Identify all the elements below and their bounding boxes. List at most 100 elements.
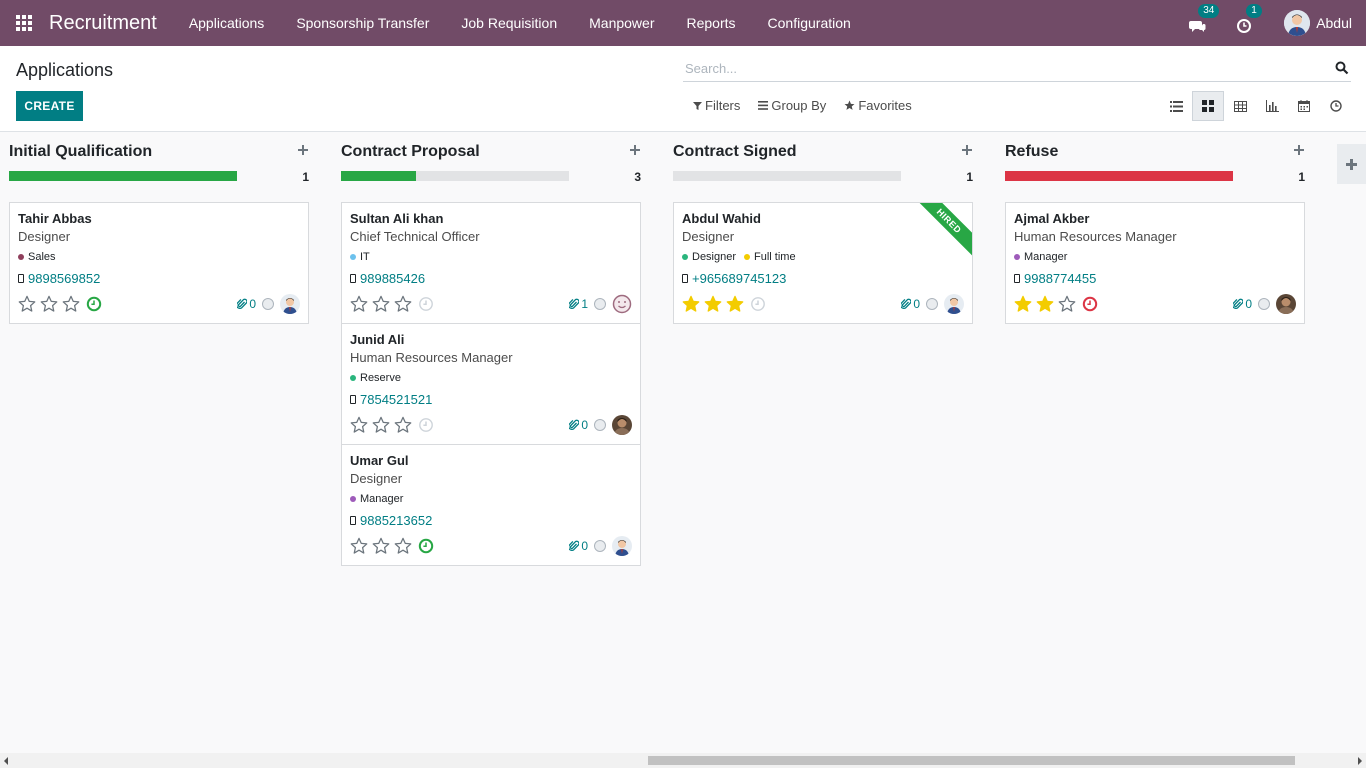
assignee-avatar[interactable] bbox=[1276, 294, 1296, 314]
star-empty-icon[interactable] bbox=[62, 295, 80, 313]
star-empty-icon[interactable] bbox=[350, 537, 368, 555]
column-progress-bar[interactable] bbox=[1005, 171, 1233, 181]
star-empty-icon[interactable] bbox=[394, 295, 412, 313]
star-empty-icon[interactable] bbox=[372, 416, 390, 434]
attachments[interactable]: 0 bbox=[237, 297, 256, 311]
menu-applications[interactable]: Applications bbox=[173, 0, 281, 46]
star-empty-icon[interactable] bbox=[394, 416, 412, 434]
assignee-avatar[interactable] bbox=[612, 294, 632, 314]
user-avatar[interactable] bbox=[1284, 10, 1311, 36]
user-name[interactable]: Abdul bbox=[1316, 15, 1352, 31]
column-progress-bar[interactable] bbox=[673, 171, 901, 181]
column-progress-bar[interactable] bbox=[341, 171, 569, 181]
kanban-view-button[interactable] bbox=[1192, 91, 1224, 121]
activity-clock-icon[interactable] bbox=[750, 296, 766, 312]
star-empty-icon[interactable] bbox=[40, 295, 58, 313]
activity-clock-icon[interactable] bbox=[86, 296, 102, 312]
activity-view-button[interactable] bbox=[1320, 91, 1352, 121]
kanban-state-indicator[interactable] bbox=[1258, 298, 1270, 310]
star-empty-icon[interactable] bbox=[372, 537, 390, 555]
column-header[interactable]: Initial Qualification bbox=[9, 143, 309, 163]
activity-clock-icon[interactable] bbox=[1082, 296, 1098, 312]
apps-menu-icon[interactable] bbox=[16, 15, 32, 31]
phone[interactable]: 989885426 bbox=[350, 271, 425, 286]
kanban-state-indicator[interactable] bbox=[594, 298, 606, 310]
kanban-card[interactable]: HIRED Abdul Wahid Designer Designer Full … bbox=[674, 203, 972, 323]
star-filled-icon[interactable] bbox=[682, 295, 700, 313]
star-empty-icon[interactable] bbox=[350, 295, 368, 313]
attachments[interactable]: 1 bbox=[569, 297, 588, 311]
star-empty-icon[interactable] bbox=[18, 295, 36, 313]
group-by-button[interactable]: Group By bbox=[758, 98, 826, 113]
priority-stars[interactable] bbox=[350, 416, 412, 434]
kanban-card[interactable]: Sultan Ali khan Chief Technical Officer … bbox=[342, 203, 640, 324]
star-filled-icon[interactable] bbox=[726, 295, 744, 313]
search-icon[interactable] bbox=[1335, 61, 1349, 75]
quick-create-plus-icon[interactable] bbox=[961, 144, 973, 156]
activity-clock-icon[interactable] bbox=[418, 296, 434, 312]
priority-stars[interactable] bbox=[350, 537, 412, 555]
activities-button[interactable]: 1 bbox=[1236, 4, 1262, 33]
menu-job-requisition[interactable]: Job Requisition bbox=[445, 0, 573, 46]
star-filled-icon[interactable] bbox=[704, 295, 722, 313]
filters-button[interactable]: Filters bbox=[693, 98, 740, 113]
assignee-avatar[interactable] bbox=[612, 415, 632, 435]
phone[interactable]: 9988774455 bbox=[1014, 271, 1096, 286]
search-input[interactable] bbox=[683, 56, 1323, 80]
assignee-avatar[interactable] bbox=[944, 294, 964, 314]
star-empty-icon[interactable] bbox=[350, 416, 368, 434]
kanban-state-indicator[interactable] bbox=[926, 298, 938, 310]
assignee-avatar[interactable] bbox=[280, 294, 300, 314]
column-header[interactable]: Contract Proposal bbox=[341, 143, 641, 163]
favorites-button[interactable]: Favorites bbox=[844, 98, 912, 113]
activity-clock-icon[interactable] bbox=[418, 417, 434, 433]
messages-button[interactable]: 34 bbox=[1188, 4, 1220, 33]
app-brand[interactable]: Recruitment bbox=[49, 12, 157, 35]
attachments[interactable]: 0 bbox=[1233, 297, 1252, 311]
priority-stars[interactable] bbox=[350, 295, 412, 313]
kanban-state-indicator[interactable] bbox=[262, 298, 274, 310]
graph-view-button[interactable] bbox=[1256, 91, 1288, 121]
star-empty-icon[interactable] bbox=[1058, 295, 1076, 313]
menu-reports[interactable]: Reports bbox=[671, 0, 752, 46]
kanban-card[interactable]: Ajmal Akber Human Resources Manager Mana… bbox=[1006, 203, 1304, 323]
priority-stars[interactable] bbox=[18, 295, 80, 313]
menu-manpower[interactable]: Manpower bbox=[573, 0, 670, 46]
column-header[interactable]: Contract Signed bbox=[673, 143, 973, 163]
star-empty-icon[interactable] bbox=[394, 537, 412, 555]
activity-clock-icon[interactable] bbox=[418, 538, 434, 554]
priority-stars[interactable] bbox=[1014, 295, 1076, 313]
phone[interactable]: +965689745123 bbox=[682, 271, 786, 286]
quick-create-plus-icon[interactable] bbox=[297, 144, 309, 156]
create-button[interactable]: CREATE bbox=[16, 91, 83, 121]
kanban-card[interactable]: Tahir Abbas Designer Sales 9898569852 0 bbox=[10, 203, 308, 323]
scroll-right-arrow[interactable] bbox=[1358, 757, 1362, 765]
scroll-left-arrow[interactable] bbox=[4, 757, 8, 765]
column-progress-bar[interactable] bbox=[9, 171, 237, 181]
scrollbar-thumb[interactable] bbox=[648, 756, 1295, 765]
phone[interactable]: 9898569852 bbox=[18, 271, 100, 286]
attachments[interactable]: 0 bbox=[569, 418, 588, 432]
column-header[interactable]: Refuse bbox=[1005, 143, 1305, 163]
kanban-card[interactable]: Umar Gul Designer Manager 9885213652 0 bbox=[342, 445, 640, 565]
quick-create-plus-icon[interactable] bbox=[1293, 144, 1305, 156]
kanban-state-indicator[interactable] bbox=[594, 540, 606, 552]
calendar-view-button[interactable] bbox=[1288, 91, 1320, 121]
star-empty-icon[interactable] bbox=[372, 295, 390, 313]
list-view-button[interactable] bbox=[1160, 91, 1192, 121]
quick-create-plus-icon[interactable] bbox=[629, 144, 641, 156]
priority-stars[interactable] bbox=[682, 295, 744, 313]
menu-configuration[interactable]: Configuration bbox=[752, 0, 867, 46]
add-column-button[interactable] bbox=[1337, 144, 1366, 184]
horizontal-scrollbar[interactable] bbox=[0, 753, 1366, 768]
attachments[interactable]: 0 bbox=[569, 539, 588, 553]
pivot-view-button[interactable] bbox=[1224, 91, 1256, 121]
kanban-card[interactable]: Junid Ali Human Resources Manager Reserv… bbox=[342, 324, 640, 445]
kanban-state-indicator[interactable] bbox=[594, 419, 606, 431]
phone[interactable]: 7854521521 bbox=[350, 392, 432, 407]
menu-sponsorship-transfer[interactable]: Sponsorship Transfer bbox=[280, 0, 445, 46]
phone[interactable]: 9885213652 bbox=[350, 513, 432, 528]
star-filled-icon[interactable] bbox=[1014, 295, 1032, 313]
star-filled-icon[interactable] bbox=[1036, 295, 1054, 313]
attachments[interactable]: 0 bbox=[901, 297, 920, 311]
